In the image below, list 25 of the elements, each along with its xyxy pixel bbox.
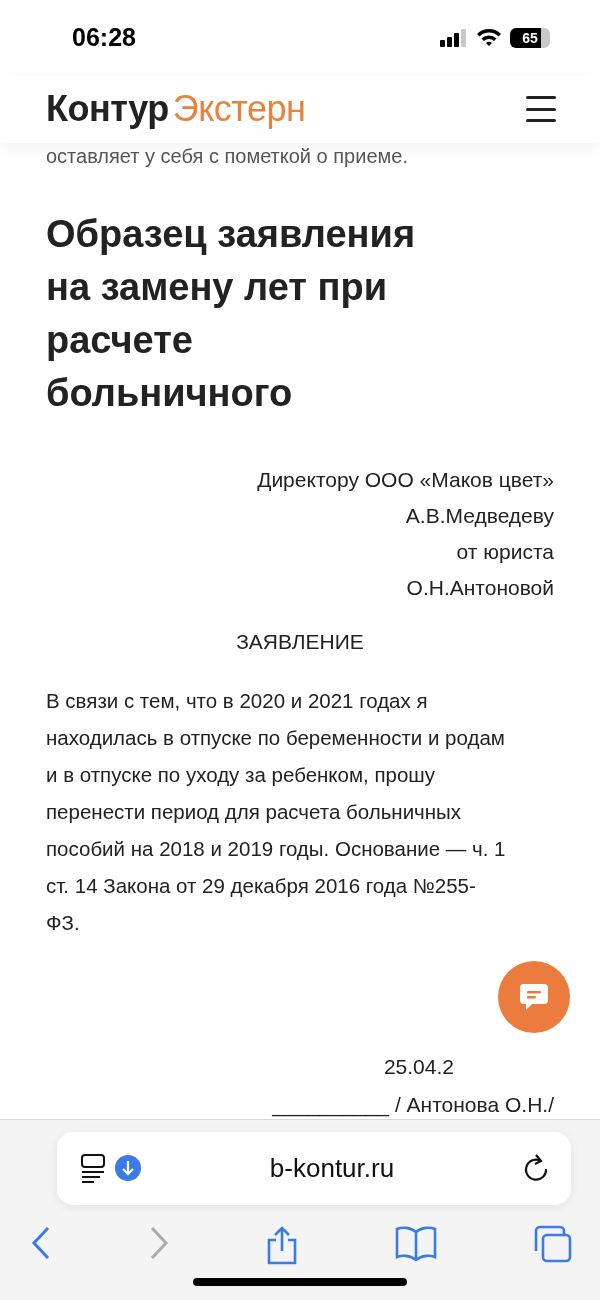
share-button[interactable] [265, 1225, 299, 1265]
addressee-line: от юриста [456, 539, 554, 565]
article-title: Образец заявления на замену лет при расчете больничного [46, 212, 417, 416]
url-text[interactable]: b-kontur.ru [149, 1153, 515, 1184]
reload-icon[interactable] [523, 1153, 549, 1184]
tabs-button[interactable] [532, 1225, 572, 1265]
signal-icon [440, 28, 468, 47]
signature-line: __________ [272, 1092, 389, 1119]
date: 25.04.2 [383, 1054, 454, 1080]
paragraph: В связи с тем, что в 2020 и 2021 годах я находилась в отпуске по беременности и родам и в отпуске по уходу за ребенком, прошу перенести период для расчета больничных пособий на 2018 и 2019 годы. Основание — ч. 1 ст. 14 Закона от 29 декабря 2016 года №255-ФЗ. [46, 688, 506, 936]
addressee-line: А.В.Медведеву [405, 503, 554, 529]
chat-icon [518, 982, 550, 1012]
logo[interactable]: КонтурЭкстерн [46, 88, 306, 131]
wifi-icon [476, 28, 502, 48]
status-time: 06:28 [72, 23, 136, 53]
addressee-line: Директору ООО «Маков цвет» [257, 467, 554, 493]
document-title: ЗАЯВЛЕНИЕ [236, 630, 364, 654]
signature: / Антонова О.Н./ [394, 1092, 554, 1118]
menu-button[interactable] [526, 96, 556, 123]
reader-icon[interactable] [79, 1153, 107, 1184]
addressee-line: О.Н.Антоновой [406, 575, 554, 601]
battery-icon: 65 [510, 27, 550, 48]
paragraph: оставляет у себя с пометкой о приеме. [46, 145, 409, 168]
download-icon[interactable] [115, 1155, 141, 1182]
address-bar[interactable]: b-kontur.ru [57, 1132, 571, 1205]
